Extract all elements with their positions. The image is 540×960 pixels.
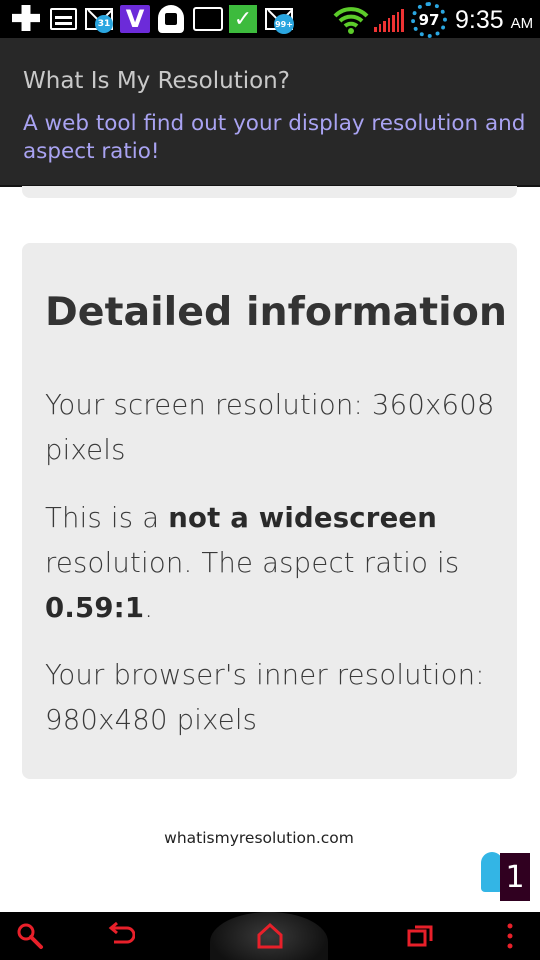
navigation-bar	[0, 912, 540, 960]
notification-banner[interactable]: What Is My Resolution? A web tool find o…	[0, 38, 540, 187]
puzzle-icon	[193, 7, 223, 31]
site-url[interactable]: whatismyresolution.com	[0, 829, 518, 847]
battery-level: 97	[418, 11, 440, 29]
period: .	[144, 592, 154, 624]
menu-icon[interactable]	[495, 912, 525, 960]
banner-subtitle: A web tool find out your display resolut…	[23, 111, 526, 164]
widescreen-pre: This is a	[45, 502, 169, 534]
previous-card-edge	[22, 186, 517, 198]
android-icon	[158, 5, 184, 33]
search-icon[interactable]	[10, 912, 50, 960]
widescreen-bold: not a widescreen	[168, 502, 438, 534]
check-icon: ✓	[229, 5, 257, 33]
battery-icon: 97	[411, 2, 447, 38]
widescreen-post: resolution. The aspect ratio is	[45, 547, 460, 579]
banner-title: What Is My Resolution?	[23, 68, 290, 94]
browser-resolution-text: Your browser's inner resolution: 980x480…	[45, 659, 485, 736]
signal-icon	[373, 6, 405, 32]
detailed-information-card: Detailed information Your screen resolut…	[22, 243, 517, 779]
card-title: Detailed information	[45, 289, 507, 335]
back-icon[interactable]	[100, 912, 140, 960]
screen-resolution-text: Your screen resolution: 360x608 pixels	[45, 389, 495, 466]
aspect-ratio: 0.59:1	[45, 592, 145, 624]
wifi-icon	[333, 6, 369, 34]
widescreen-text: This is a not a widescreen resolution. T…	[45, 496, 505, 631]
clock: 9:35 AM	[455, 6, 533, 35]
status-bar: 31 V ✓ 99+ 97 9:35 AM	[0, 0, 540, 38]
verizon-v-icon: V	[120, 5, 150, 33]
widget-counter[interactable]: 1	[500, 853, 530, 901]
home-icon[interactable]	[250, 912, 290, 960]
card-icon	[50, 8, 77, 30]
clock-ampm: AM	[510, 15, 534, 32]
clock-time: 9:35	[455, 6, 504, 34]
calendar-badge: 31	[95, 15, 113, 33]
add-icon	[12, 5, 40, 31]
mail-badge: 99+	[274, 14, 294, 34]
recent-apps-icon[interactable]	[400, 912, 440, 960]
